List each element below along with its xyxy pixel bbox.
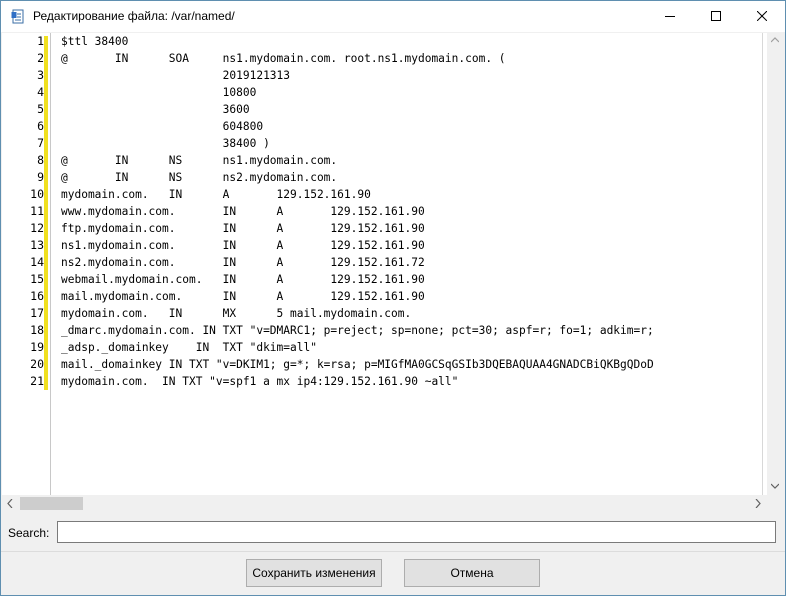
scroll-up-icon[interactable] [771, 37, 779, 43]
window-title: Редактирование файла: /var/named/ [33, 9, 235, 23]
maximize-icon [711, 11, 721, 21]
scroll-left-icon[interactable] [7, 499, 13, 508]
minimize-icon [665, 16, 675, 17]
close-icon [757, 11, 767, 21]
line-number: 8 [37, 153, 44, 167]
line-number: 16 [30, 289, 44, 303]
line-number: 21 [30, 374, 44, 388]
code-line[interactable]: ns1.mydomain.com. IN A 129.152.161.90 [61, 237, 425, 254]
code-line[interactable]: _dmarc.mydomain.com. IN TXT "v=DMARC1; p… [61, 322, 654, 339]
editor-window: Редактирование файла: /var/named/ 123456… [0, 0, 786, 596]
code-line[interactable]: www.mydomain.com. IN A 129.152.161.90 [61, 203, 425, 220]
right-margin-guide [762, 33, 763, 495]
line-number: 17 [30, 306, 44, 320]
title-bar[interactable]: Редактирование файла: /var/named/ [1, 1, 785, 32]
line-number: 12 [30, 221, 44, 235]
line-number: 11 [30, 204, 44, 218]
line-number: 15 [30, 272, 44, 286]
scroll-down-icon[interactable] [771, 483, 779, 489]
code-line[interactable]: 2019121313 [61, 67, 290, 84]
code-line[interactable]: @ IN SOA ns1.mydomain.com. root.ns1.mydo… [61, 50, 506, 67]
code-line[interactable]: mydomain.com. IN A 129.152.161.90 [61, 186, 371, 203]
code-line[interactable]: $ttl 38400 [61, 33, 128, 50]
line-number: 7 [37, 136, 44, 150]
line-number-gutter: 1 2 3 4 5 6 7 8 9 10 11 12 13 14 15 16 17 18 19 20 21 [2, 33, 51, 495]
code-line[interactable]: mail.mydomain.com. IN A 129.152.161.90 [61, 288, 425, 305]
line-number: 20 [30, 357, 44, 371]
code-line[interactable]: 604800 [61, 118, 263, 135]
code-line[interactable]: mail._domainkey IN TXT "v=DKIM1; g=*; k=… [61, 356, 654, 373]
code-line[interactable]: _adsp._domainkey IN TXT "dkim=all" [61, 339, 317, 356]
minimize-button[interactable] [647, 1, 693, 32]
line-number: 9 [37, 170, 44, 184]
cancel-button[interactable]: Отмена [404, 559, 540, 587]
divider [1, 551, 785, 552]
search-label: Search: [8, 526, 50, 540]
line-number: 1 [37, 34, 44, 48]
scrollbar-corner [767, 495, 783, 513]
vertical-scrollbar[interactable] [767, 33, 783, 495]
code-line[interactable]: ftp.mydomain.com. IN A 129.152.161.90 [61, 220, 425, 237]
line-number: 14 [30, 255, 44, 269]
code-area[interactable]: $ttl 38400 @ IN SOA ns1.mydomain.com. roo… [61, 33, 767, 495]
maximize-button[interactable] [693, 1, 739, 32]
code-line[interactable]: ns2.mydomain.com. IN A 129.152.161.72 [61, 254, 425, 271]
scroll-right-icon[interactable] [755, 499, 761, 508]
line-number: 3 [37, 68, 44, 82]
close-button[interactable] [739, 1, 785, 32]
line-number: 18 [30, 323, 44, 337]
search-input[interactable] [57, 521, 776, 543]
line-number: 5 [37, 102, 44, 116]
line-number: 13 [30, 238, 44, 252]
horizontal-scrollbar[interactable] [2, 495, 767, 513]
code-line[interactable]: mydomain.com. IN TXT "v=spf1 a mx ip4:12… [61, 373, 458, 390]
line-number: 2 [37, 51, 44, 65]
code-line[interactable]: 38400 ) [61, 135, 270, 152]
code-editor[interactable]: 1 2 3 4 5 6 7 8 9 10 11 12 13 14 15 16 17 18 19 20 21 $ttl 3… [2, 33, 783, 513]
code-line[interactable]: webmail.mydomain.com. IN A 129.152.161.9… [61, 271, 425, 288]
code-line[interactable]: @ IN NS ns2.mydomain.com. [61, 169, 337, 186]
line-number: 4 [37, 85, 44, 99]
save-changes-button[interactable]: Сохранить изменения [246, 559, 382, 587]
line-number: 6 [37, 119, 44, 133]
horizontal-scroll-thumb[interactable] [20, 497, 83, 510]
line-number: 19 [30, 340, 44, 354]
code-line[interactable]: @ IN NS ns1.mydomain.com. [61, 152, 337, 169]
code-line[interactable]: 10800 [61, 84, 257, 101]
code-line[interactable]: mydomain.com. IN MX 5 mail.mydomain.com. [61, 305, 411, 322]
line-number: 10 [30, 187, 44, 201]
change-marker [44, 36, 48, 390]
code-line[interactable]: 3600 [61, 101, 250, 118]
document-edit-icon [11, 9, 24, 24]
